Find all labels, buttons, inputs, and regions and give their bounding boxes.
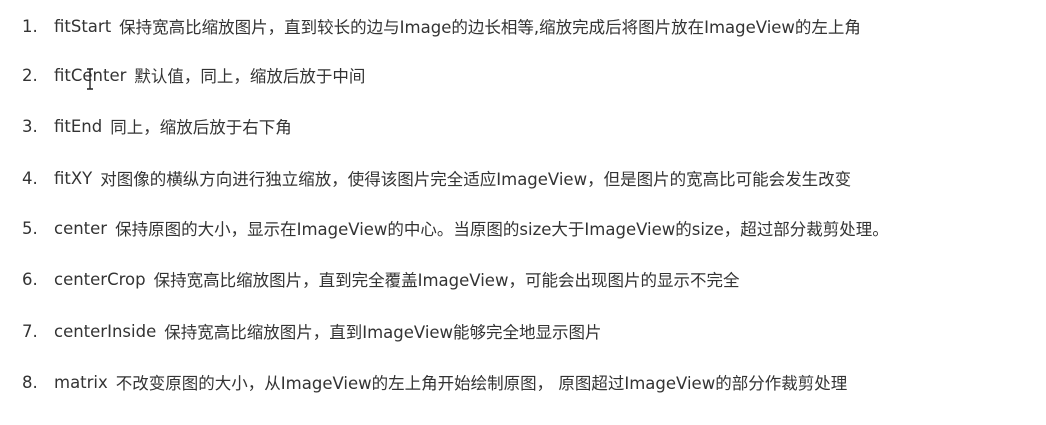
item-term: centerInside (54, 321, 157, 341)
item-term: fitCenter (54, 65, 127, 85)
list-item: 4. fitXY 对图像的横纵方向进行独立缩放，使得该图片完全适应ImageVi… (22, 162, 851, 194)
list-item: 5. center 保持原图的大小，显示在ImageView的中心。当原图的si… (22, 212, 889, 244)
item-term: centerCrop (54, 269, 146, 289)
item-term: center (54, 218, 108, 238)
list-item: 2. fitCenter 默认值，同上，缩放后放于中间 (22, 59, 365, 91)
item-description: 保持宽高比缩放图片，直到ImageView能够完全地显示图片 (164, 323, 602, 342)
item-number: 8. (22, 372, 38, 392)
item-description: 对图像的横纵方向进行独立缩放，使得该图片完全适应ImageView，但是图片的宽… (100, 170, 852, 189)
list-item: 6. centerCrop 保持宽高比缩放图片，直到完全覆盖ImageView，… (22, 263, 739, 295)
document-page: 1. fitStart 保持宽高比缩放图片，直到较长的边与Image的边长相等,… (0, 0, 1046, 425)
item-number: 7. (22, 321, 38, 341)
item-term: fitXY (54, 168, 93, 188)
item-term: fitEnd (54, 116, 103, 136)
list-item: 1. fitStart 保持宽高比缩放图片，直到较长的边与Image的边长相等,… (22, 10, 861, 42)
item-number: 6. (22, 269, 38, 289)
item-number: 1. (22, 16, 38, 36)
item-description: 保持宽高比缩放图片，直到较长的边与Image的边长相等,缩放完成后将图片放在Im… (119, 18, 861, 37)
item-description: 默认值，同上，缩放后放于中间 (134, 67, 366, 86)
list-item: 8. matrix 不改变原图的大小，从ImageView的左上角开始绘制原图，… (22, 366, 847, 398)
item-description: 保持宽高比缩放图片，直到完全覆盖ImageView，可能会出现图片的显示不完全 (153, 271, 740, 290)
list-item: 7. centerInside 保持宽高比缩放图片，直到ImageView能够完… (22, 315, 602, 347)
item-description: 保持原图的大小，显示在ImageView的中心。当原图的size大于ImageV… (115, 220, 889, 239)
item-term: matrix (54, 372, 108, 392)
item-number: 3. (22, 116, 38, 136)
item-description: 不改变原图的大小，从ImageView的左上角开始绘制原图， 原图超过Image… (115, 374, 848, 393)
item-number: 2. (22, 65, 38, 85)
list-item: 3. fitEnd 同上，缩放后放于右下角 (22, 110, 292, 142)
item-number: 5. (22, 218, 38, 238)
item-number: 4. (22, 168, 38, 188)
item-description: 同上，缩放后放于右下角 (110, 118, 292, 137)
item-term: fitStart (54, 16, 112, 36)
